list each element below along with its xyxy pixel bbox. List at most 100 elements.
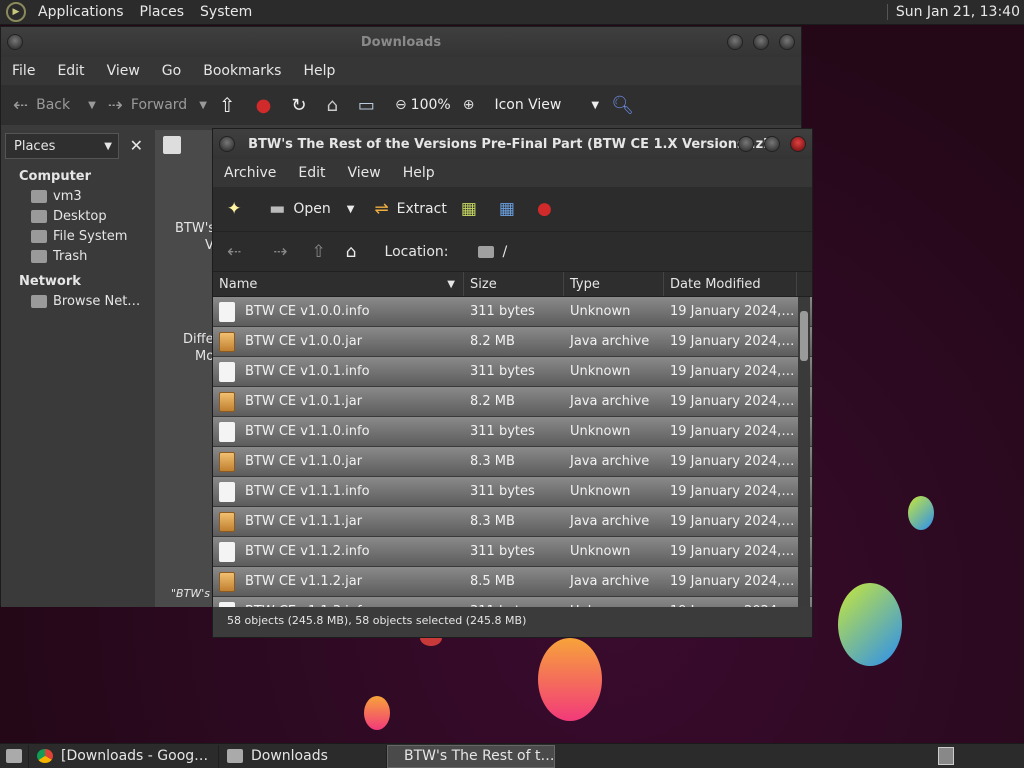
menu-system[interactable]: System xyxy=(196,4,256,20)
menu-help[interactable]: Help xyxy=(392,165,446,181)
table-row[interactable]: BTW CE v1.0.1.jar 8.2 MB Java archive 19 Ja… xyxy=(213,387,812,417)
table-row[interactable]: BTW CE v1.1.0.info 311 bytes Unknown 19 Jan… xyxy=(213,417,812,447)
forward-button[interactable]: ⇢ Forward ▼ xyxy=(108,95,207,116)
file-label[interactable]: BTW's xyxy=(175,221,215,236)
menu-go[interactable]: Go xyxy=(151,63,192,79)
menu-file[interactable]: File xyxy=(1,63,46,79)
scrollbar[interactable] xyxy=(798,297,810,607)
menu-applications[interactable]: Applications xyxy=(34,4,128,20)
cell-name: BTW CE v1.1.1.jar xyxy=(213,511,464,532)
column-date-modified[interactable]: Date Modified xyxy=(664,272,797,296)
maximize-button[interactable] xyxy=(753,34,769,50)
table-row[interactable]: BTW CE v1.0.0.info 311 bytes Unknown 19 Jan… xyxy=(213,297,812,327)
close-button[interactable] xyxy=(779,34,795,50)
search-button[interactable]: 🔍︎ xyxy=(611,95,642,116)
home-button[interactable]: ⌂ xyxy=(326,95,345,116)
scrollbar-thumb[interactable] xyxy=(800,311,808,361)
task-archive[interactable]: BTW's The Rest of t… xyxy=(387,744,555,768)
zoom-level: 100% xyxy=(410,97,451,113)
sidebar-type-select[interactable]: Places ▼ xyxy=(5,133,119,159)
cell-size: 8.5 MB xyxy=(470,574,515,589)
show-desktop-button[interactable] xyxy=(0,744,29,768)
places-sidebar: Places ▼ ✕ Computer vm3 Desktop File Syst… xyxy=(1,130,155,607)
menu-view[interactable]: View xyxy=(337,165,392,181)
table-row[interactable]: BTW CE v1.1.1.jar 8.3 MB Java archive 19 Ja… xyxy=(213,507,812,537)
table-row[interactable]: BTW CE v1.1.0.jar 8.3 MB Java archive 19 Ja… xyxy=(213,447,812,477)
table-row[interactable]: BTW CE v1.1.2.info 311 bytes Unknown 19 Jan… xyxy=(213,537,812,567)
back-button[interactable]: ⇠ Back ▼ xyxy=(13,95,96,116)
close-button[interactable] xyxy=(790,136,806,152)
computer-icon: ▭ xyxy=(357,94,375,116)
task-chrome-downloads[interactable]: [Downloads - Goog… xyxy=(29,744,219,768)
up-button[interactable]: ⇧ xyxy=(312,242,334,262)
text-file-icon xyxy=(219,541,235,562)
view-mode-select[interactable]: Icon View ▼ xyxy=(494,97,599,113)
location-bar: ⇠ ⇢ ⇧ ⌂ Location: / xyxy=(213,231,812,271)
new-archive-button[interactable]: ✦ xyxy=(227,199,249,219)
column-type[interactable]: Type xyxy=(564,272,664,296)
menu-help[interactable]: Help xyxy=(292,63,346,79)
add-folder-button[interactable]: ▦ xyxy=(499,199,523,219)
cell-name: BTW CE v1.1.0.jar xyxy=(213,451,464,472)
up-button[interactable]: ⇧ xyxy=(219,93,244,117)
close-icon[interactable]: ✕ xyxy=(130,136,143,155)
cell-name: BTW CE v1.0.0.jar xyxy=(213,331,464,352)
trash-icon xyxy=(31,250,47,263)
sidebar-item-desktop[interactable]: Desktop xyxy=(1,204,155,224)
decorative-bubble xyxy=(838,583,902,666)
open-button[interactable]: ▬ Open ▼ xyxy=(269,199,354,219)
archive-titlebar[interactable]: BTW's The Rest of the Versions Pre-Final… xyxy=(213,129,812,159)
cell-date: 19 January 2024, 1… xyxy=(670,454,797,469)
minimize-button[interactable] xyxy=(727,34,743,50)
home-button[interactable]: ⌂ xyxy=(346,242,365,262)
table-row[interactable]: BTW CE v1.0.1.info 311 bytes Unknown 19 Jan… xyxy=(213,357,812,387)
table-row[interactable]: BTW CE v1.0.0.jar 8.2 MB Java archive 19 Ja… xyxy=(213,327,812,357)
folder-icon xyxy=(227,749,243,763)
add-files-button[interactable]: ▦ xyxy=(461,199,485,219)
text-file-icon xyxy=(219,481,235,502)
minimize-button[interactable] xyxy=(738,136,754,152)
back-button[interactable]: ⇠ xyxy=(227,242,249,262)
menu-edit[interactable]: Edit xyxy=(46,63,95,79)
search-icon: 🔍︎ xyxy=(611,94,634,116)
stop-button[interactable]: ● xyxy=(537,199,560,219)
file-label[interactable]: Diffe xyxy=(183,332,214,347)
window-menu-button[interactable] xyxy=(7,34,23,50)
table-row[interactable]: BTW CE v1.1.1.info 311 bytes Unknown 19 Jan… xyxy=(213,477,812,507)
extract-button[interactable]: ⇌ Extract xyxy=(374,199,446,219)
table-row[interactable]: BTW CE v1.1.3.info311 bytesUnknown19 Jan… xyxy=(213,597,812,607)
column-size[interactable]: Size xyxy=(464,272,564,296)
sidebar-item-trash[interactable]: Trash xyxy=(1,244,155,264)
cell-date: 19 January 2024, 1… xyxy=(670,304,797,319)
clock[interactable]: Sun Jan 21, 13:40 xyxy=(886,4,1020,20)
file-list-header: Name ▼ Size Type Date Modified xyxy=(213,271,812,297)
column-name[interactable]: Name ▼ xyxy=(213,272,464,296)
window-menu-button[interactable] xyxy=(219,136,235,152)
task-downloads[interactable]: Downloads xyxy=(219,744,387,768)
stop-button[interactable]: ● xyxy=(256,95,280,116)
menu-archive[interactable]: Archive xyxy=(213,165,287,181)
up-arrow-icon: ⇧ xyxy=(311,241,326,262)
sidebar-item-vm3[interactable]: vm3 xyxy=(1,184,155,204)
computer-button[interactable]: ▭ xyxy=(358,95,383,116)
menu-bookmarks[interactable]: Bookmarks xyxy=(192,63,292,79)
mate-logo-icon[interactable]: ▶ xyxy=(6,2,26,22)
note-icon[interactable] xyxy=(163,136,181,154)
menu-places[interactable]: Places xyxy=(136,4,189,20)
reload-button[interactable]: ↻ xyxy=(291,95,314,116)
forward-button[interactable]: ⇢ xyxy=(273,242,295,262)
menu-edit[interactable]: Edit xyxy=(287,165,336,181)
zoom-in-button[interactable]: ⊕ xyxy=(463,97,483,113)
menu-view[interactable]: View xyxy=(96,63,151,79)
cell-name: BTW CE v1.0.1.info xyxy=(213,361,464,382)
maximize-button[interactable] xyxy=(764,136,780,152)
archive-toolbar: ✦ ▬ Open ▼ ⇌ Extract ▦ ▦ ● xyxy=(213,187,812,231)
sidebar-item-browse-network[interactable]: Browse Net… xyxy=(1,289,155,309)
cell-date: 19 January 2024, 1… xyxy=(670,424,797,439)
location-path[interactable]: / xyxy=(478,244,507,260)
cell-type: Unknown xyxy=(570,544,631,559)
table-row[interactable]: BTW CE v1.1.2.jar 8.5 MB Java archive 19 Ja… xyxy=(213,567,812,597)
workspace-switcher[interactable] xyxy=(938,747,954,765)
file-manager-titlebar[interactable]: Downloads xyxy=(1,27,801,57)
sidebar-item-file-system[interactable]: File System xyxy=(1,224,155,244)
